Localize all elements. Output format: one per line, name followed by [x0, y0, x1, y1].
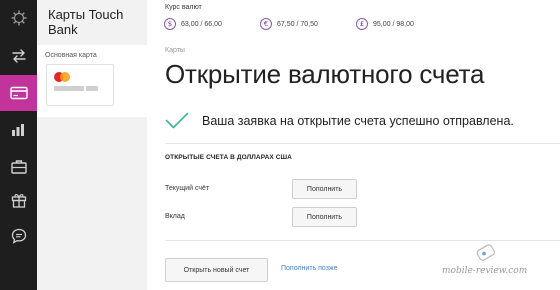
card-thumbnail[interactable] — [46, 64, 114, 106]
sidebar-item-transfers[interactable] — [0, 38, 37, 74]
dollar-icon: $ — [164, 18, 176, 30]
settings-gear-icon — [11, 10, 26, 26]
gift-icon — [11, 193, 26, 208]
card-label: Основная карта — [45, 52, 97, 59]
account-label-deposit: Вклад — [165, 213, 185, 220]
rate-usd: $ 63,00 / 66,00 — [164, 17, 222, 31]
topup-later-link[interactable]: Пополнить позже — [281, 265, 338, 272]
checkmark-icon — [165, 112, 189, 129]
rate-value: 95,00 / 98,00 — [373, 20, 414, 28]
euro-icon: € — [260, 18, 272, 30]
account-label-current: Текущий счёт — [165, 185, 210, 192]
sidebar-item-products[interactable] — [0, 148, 37, 184]
sidebar-item-chat[interactable] — [0, 218, 37, 254]
card-icon — [9, 86, 28, 100]
rate-eur: € 67,50 / 70,50 — [260, 17, 318, 31]
sidebar-item-analytics[interactable] — [0, 112, 37, 148]
mastercard-icon — [54, 72, 70, 82]
briefcase-icon — [10, 159, 27, 174]
section-title: ОТКРЫТЫЕ СЧЕТА В ДОЛЛАРАХ США — [165, 154, 292, 161]
bar-chart-icon — [11, 124, 24, 136]
breadcrumb[interactable]: Карты — [165, 47, 185, 54]
card-number-mask — [86, 86, 98, 91]
bank-title: Карты Touch Bank — [48, 7, 124, 37]
page-title: Открытие валютного счета — [165, 59, 485, 89]
divider — [165, 240, 560, 241]
sidebar-item-cards[interactable] — [0, 75, 37, 111]
card-panel: Карты Touch Bank Основная карта — [37, 0, 147, 290]
rate-value: 67,50 / 70,50 — [277, 20, 318, 28]
rates-title: Курс валют — [165, 4, 202, 11]
sidebar-item-bonuses[interactable] — [0, 182, 37, 218]
success-message: Ваша заявка на открытие счета успешно от… — [202, 114, 514, 128]
phone-watermark-icon — [476, 244, 495, 261]
rate-gbp: £ 95,00 / 98,00 — [356, 17, 414, 31]
chat-icon — [11, 228, 26, 244]
rate-value: 63,00 / 66,00 — [181, 20, 222, 28]
divider — [165, 143, 560, 144]
pound-icon: £ — [356, 18, 368, 30]
sidebar-item-settings[interactable] — [0, 0, 37, 36]
success-notice: Ваша заявка на открытие счета успешно от… — [165, 112, 514, 130]
transfer-arrows-icon — [11, 49, 26, 63]
card-number-mask — [54, 86, 84, 91]
topup-current-button[interactable]: Пополнить — [292, 179, 357, 199]
open-new-account-button[interactable]: Открыть новый счет — [165, 258, 268, 282]
sidebar-rail — [0, 0, 37, 290]
topup-deposit-button[interactable]: Пополнить — [292, 207, 357, 227]
watermark: mobile-review.com — [442, 266, 528, 276]
